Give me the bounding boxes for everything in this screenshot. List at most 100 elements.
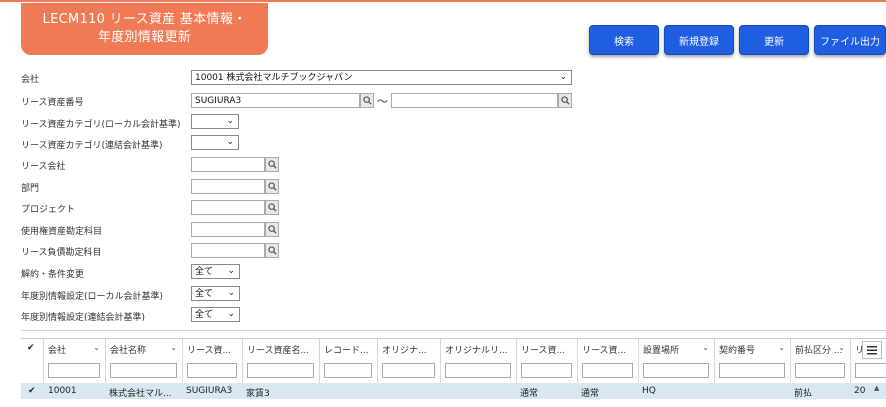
contract-change-value: 全て — [195, 267, 214, 277]
column-header-label: 会社名称 — [110, 346, 147, 356]
yearly-local-select[interactable]: 全て ⌄ — [191, 286, 240, 301]
table-cell: SUGIURA3 — [186, 386, 233, 396]
contract-change-select[interactable]: 全て ⌄ — [191, 264, 240, 279]
column-filter-input[interactable] — [187, 363, 237, 378]
chevron-down-icon: ⌄ — [226, 116, 234, 126]
column-filter-input[interactable] — [324, 363, 372, 378]
table-cell: 10001 — [48, 386, 77, 396]
asset-no-from-input[interactable]: SUGIURA3 — [191, 93, 360, 108]
column-header[interactable]: 契約番号 ⌄ — [714, 339, 790, 383]
table-cell: 前払 — [794, 389, 813, 399]
column-header[interactable]: 会社名称 ⌄ — [105, 339, 182, 383]
column-filter-input[interactable] — [48, 363, 100, 378]
column-filter-input[interactable] — [521, 363, 572, 378]
lease-company-input[interactable] — [191, 157, 265, 172]
search-icon[interactable] — [265, 157, 279, 172]
column-header-label: リース資... — [582, 346, 627, 356]
column-header[interactable]: リース資産名... — [242, 339, 319, 383]
check-icon[interactable]: ✔ — [27, 343, 35, 353]
yearly-consol-label: 年度別情報設定(連結会計基準) — [21, 313, 146, 323]
column-header-label: リース資... — [187, 346, 232, 356]
chevron-down-icon[interactable]: ⌄ — [778, 343, 785, 352]
asset-no-to-input[interactable] — [391, 93, 558, 108]
category-consol-select[interactable]: ⌄ — [191, 135, 239, 150]
search-icon[interactable] — [265, 200, 279, 215]
chevron-down-icon[interactable]: ⌄ — [170, 343, 177, 352]
column-header[interactable]: オリジナルリ... — [440, 339, 516, 383]
column-header[interactable]: レコード... — [319, 339, 377, 383]
column-header[interactable]: オリジナ... — [377, 339, 440, 383]
chevron-down-icon[interactable]: ⌄ — [93, 343, 100, 352]
project-input[interactable] — [191, 200, 265, 215]
page-title: LECM110 リース資産 基本情報・ 年度別情報更新 — [21, 3, 268, 55]
check-icon[interactable]: ✔ — [28, 386, 36, 396]
chevron-down-icon: ⌄ — [227, 288, 235, 298]
search-icon[interactable] — [558, 93, 572, 108]
table-cell: 家賃3 — [246, 389, 270, 399]
table-row[interactable]: ✔ 10001 株式会社マル... SUGIURA3 家賃3 通常 通常 HQ … — [21, 383, 886, 399]
rou-account-label: 使用権資産勘定科目 — [21, 227, 103, 237]
column-header-label: リース資... — [521, 346, 566, 356]
column-filter-input[interactable] — [247, 363, 314, 378]
column-header[interactable]: リース資... — [182, 339, 242, 383]
asset-no-label: リース資産番号 — [21, 98, 84, 108]
search-icon[interactable] — [265, 222, 279, 237]
lease-company-label: リース会社 — [21, 162, 66, 172]
table-cell: 20 — [854, 386, 866, 396]
column-header[interactable]: 会社 ⌄ — [43, 339, 105, 383]
page-title-line2: 年度別情報更新 — [97, 30, 192, 45]
chevron-down-icon: ⌄ — [226, 137, 234, 147]
yearly-consol-value: 全て — [195, 310, 214, 320]
search-icon[interactable] — [360, 93, 374, 108]
search-button[interactable]: 検索 — [589, 25, 659, 55]
company-select-value: 10001 株式会社マルチブックジャパン — [195, 73, 353, 83]
grid-divider — [21, 330, 886, 331]
liability-account-label: リース負債勘定科目 — [21, 248, 102, 258]
column-header[interactable]: リース資... — [516, 339, 577, 383]
chevron-down-icon[interactable]: ⌄ — [702, 343, 709, 352]
scroll-up-arrow[interactable]: ▲ — [874, 384, 879, 392]
column-header-label: オリジナルリ... — [445, 346, 508, 356]
yearly-local-label: 年度別情報設定(ローカル会計基準) — [21, 292, 164, 302]
column-header-label: 会社 — [48, 346, 67, 356]
search-icon[interactable] — [265, 243, 279, 258]
update-button[interactable]: 更新 — [739, 25, 809, 55]
column-header[interactable]: 設置場所 ⌄ — [638, 339, 714, 383]
header-accent-line — [0, 0, 886, 2]
rou-account-input[interactable] — [191, 222, 265, 237]
column-filter-input[interactable] — [445, 363, 511, 378]
chevron-down-icon[interactable]: ⌄ — [838, 343, 845, 352]
column-header-label: リース資産名... — [247, 346, 310, 356]
grid-header: ✔ 会社 ⌄ 会社名称 ⌄ リース資... リース資産名... レコード... … — [21, 338, 886, 384]
company-select[interactable]: 10001 株式会社マルチブックジャパン ⌄ — [191, 70, 572, 85]
page-title-line1: LECM110 リース資産 基本情報・ — [42, 12, 247, 27]
category-local-select[interactable]: ⌄ — [191, 114, 239, 129]
table-cell: 通常 — [581, 389, 600, 399]
column-header[interactable]: リース資... — [577, 339, 638, 383]
department-label: 部門 — [21, 184, 40, 194]
department-input[interactable] — [191, 179, 265, 194]
yearly-consol-select[interactable]: 全て ⌄ — [191, 307, 240, 322]
menu-icon[interactable] — [862, 341, 882, 359]
column-filter-input[interactable] — [582, 363, 633, 378]
column-filter-input[interactable] — [719, 363, 785, 378]
column-filter-input[interactable] — [382, 363, 435, 378]
chevron-down-icon: ⌄ — [227, 309, 235, 319]
column-header-label: 契約番号 — [719, 346, 756, 356]
select-all-column[interactable]: ✔ — [21, 339, 43, 383]
table-cell: HQ — [642, 386, 656, 396]
search-icon[interactable] — [265, 179, 279, 194]
table-cell: 株式会社マル... — [109, 389, 172, 399]
chevron-down-icon: ⌄ — [227, 266, 235, 276]
column-filter-input[interactable] — [643, 363, 709, 378]
column-filter-input[interactable] — [795, 363, 845, 378]
liability-account-input[interactable] — [191, 243, 265, 258]
column-filter-input[interactable] — [110, 363, 177, 378]
new-record-button[interactable]: 新規登録 — [664, 25, 734, 55]
column-filter-input[interactable] — [855, 363, 886, 378]
contract-change-label: 解約・条件変更 — [21, 270, 85, 280]
table-cell: 通常 — [520, 389, 539, 399]
column-header-label: 設置場所 — [643, 346, 680, 356]
file-export-button[interactable]: ファイル出力 — [814, 25, 886, 55]
column-header[interactable]: 前払区分 ... ⌄ — [790, 339, 850, 383]
